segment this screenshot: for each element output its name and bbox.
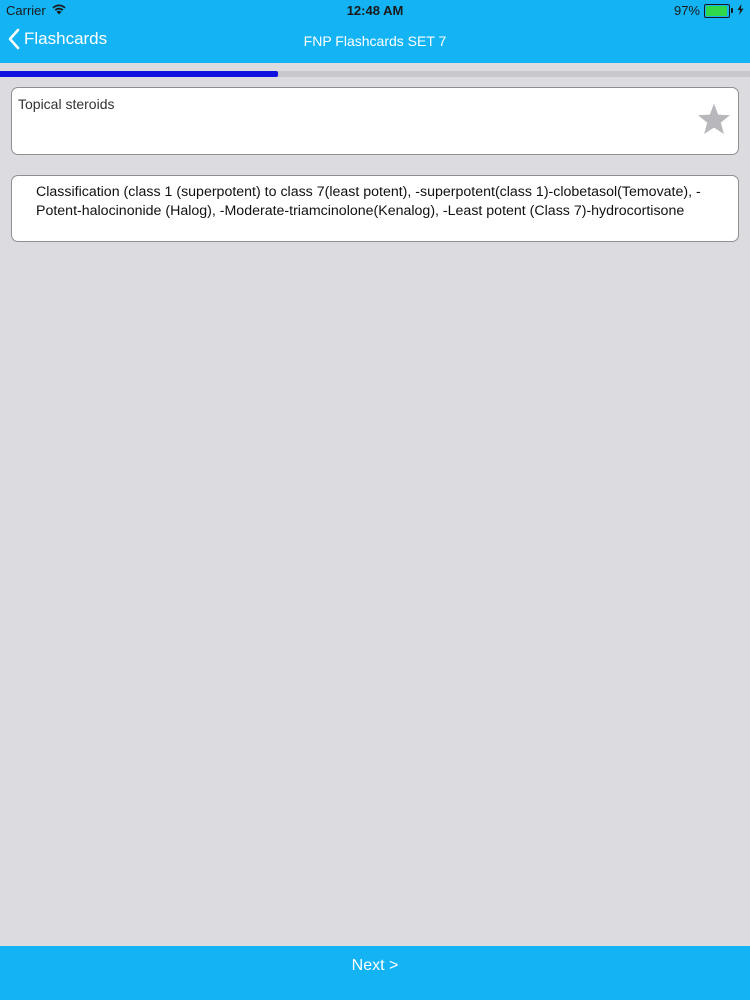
next-button[interactable]: Next > <box>0 957 750 975</box>
answer-text: Classification (class 1 (superpotent) to… <box>36 184 701 219</box>
status-battery-group: 97% <box>674 3 744 18</box>
page-title: FNP Flashcards SET 7 <box>303 33 447 49</box>
battery-percent: 97% <box>673 3 700 18</box>
progress-bar <box>0 71 750 77</box>
header: Carrier 12:48 AM 97% Flashcards FNP Flas… <box>0 0 750 63</box>
progress-fill <box>0 71 278 77</box>
question-text: Topical steroids <box>18 96 115 112</box>
charging-icon <box>737 3 744 18</box>
footer-bar: Next > <box>0 946 750 1000</box>
nav-bar: Flashcards FNP Flashcards SET 7 <box>0 22 750 63</box>
question-card[interactable]: Topical steroids <box>11 87 739 155</box>
battery-tip <box>731 8 733 13</box>
battery-icon <box>704 3 730 18</box>
battery-fill <box>706 5 728 16</box>
status-time: 12:48 AM <box>346 3 404 18</box>
status-bar: Carrier 12:48 AM 97% <box>0 0 750 22</box>
answer-card[interactable]: Classification (class 1 (superpotent) to… <box>11 175 739 242</box>
star-icon[interactable] <box>696 102 732 143</box>
